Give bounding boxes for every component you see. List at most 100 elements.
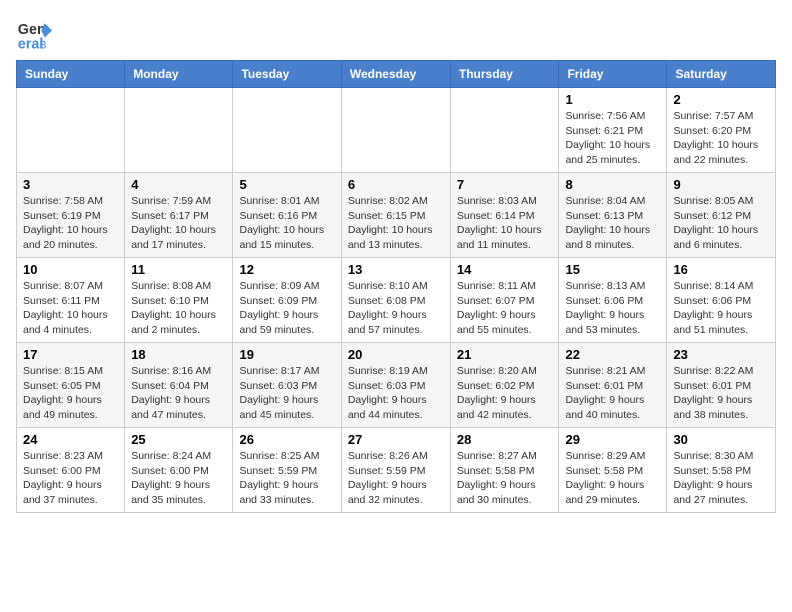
weekday-header-sunday: Sunday [17,61,125,88]
day-number: 9 [673,177,769,192]
day-info: Sunrise: 7:56 AM Sunset: 6:21 PM Dayligh… [565,109,660,168]
day-info: Sunrise: 8:02 AM Sunset: 6:15 PM Dayligh… [348,194,444,253]
weekday-header-tuesday: Tuesday [233,61,341,88]
calendar-cell: 22 Sunrise: 8:21 AM Sunset: 6:01 PM Dayli… [559,343,667,428]
day-info: Sunrise: 8:29 AM Sunset: 5:58 PM Dayligh… [565,449,660,508]
calendar-cell: 9 Sunrise: 8:05 AM Sunset: 6:12 PM Daylig… [667,173,776,258]
calendar-cell [450,88,559,173]
weekday-header-row: SundayMondayTuesdayWednesdayThursdayFrid… [17,61,776,88]
day-info: Sunrise: 8:03 AM Sunset: 6:14 PM Dayligh… [457,194,553,253]
day-number: 21 [457,347,553,362]
calendar-cell: 28Sunrise: 8:27 AM Sunset: 5:58 PM Dayli… [450,428,559,513]
day-info: Sunrise: 7:57 AM Sunset: 6:20 PM Dayligh… [673,109,769,168]
calendar-cell: 4 Sunrise: 7:59 AM Sunset: 6:17 PM Daylig… [125,173,233,258]
day-number: 16 [673,262,769,277]
calendar-cell: 26 Sunrise: 8:25 AM Sunset: 5:59 PM Dayli… [233,428,341,513]
day-info: Sunrise: 8:13 AM Sunset: 6:06 PM Dayligh… [565,279,660,338]
calendar-cell: 2 Sunrise: 7:57 AM Sunset: 6:20 PM Daylig… [667,88,776,173]
day-info: Sunrise: 8:10 AM Sunset: 6:08 PM Dayligh… [348,279,444,338]
day-info: Sunrise: 8:30 AM Sunset: 5:58 PM Dayligh… [673,449,769,508]
calendar-cell: 23Sunrise: 8:22 AM Sunset: 6:01 PM Dayli… [667,343,776,428]
day-info: Sunrise: 7:59 AM Sunset: 6:17 PM Dayligh… [131,194,226,253]
day-info: Sunrise: 8:22 AM Sunset: 6:01 PM Dayligh… [673,364,769,423]
day-info: Sunrise: 8:08 AM Sunset: 6:10 PM Dayligh… [131,279,226,338]
calendar-cell [17,88,125,173]
day-info: Sunrise: 8:15 AM Sunset: 6:05 PM Dayligh… [23,364,118,423]
calendar-cell: 10 Sunrise: 8:07 AM Sunset: 6:11 PM Dayli… [17,258,125,343]
svg-text:B: B [39,39,46,51]
day-number: 26 [239,432,334,447]
day-number: 3 [23,177,118,192]
day-number: 2 [673,92,769,107]
weekday-header-saturday: Saturday [667,61,776,88]
day-info: Sunrise: 8:24 AM Sunset: 6:00 PM Dayligh… [131,449,226,508]
calendar-cell: 12Sunrise: 8:09 AM Sunset: 6:09 PM Dayli… [233,258,341,343]
day-info: Sunrise: 8:16 AM Sunset: 6:04 PM Dayligh… [131,364,226,423]
calendar-cell: 27 Sunrise: 8:26 AM Sunset: 5:59 PM Dayli… [341,428,450,513]
calendar-cell: 6 Sunrise: 8:02 AM Sunset: 6:15 PM Daylig… [341,173,450,258]
week-row-5: 24Sunrise: 8:23 AM Sunset: 6:00 PM Dayli… [17,428,776,513]
day-info: Sunrise: 8:04 AM Sunset: 6:13 PM Dayligh… [565,194,660,253]
calendar-cell: 30 Sunrise: 8:30 AM Sunset: 5:58 PM Dayli… [667,428,776,513]
weekday-header-wednesday: Wednesday [341,61,450,88]
day-number: 6 [348,177,444,192]
calendar-cell: 24Sunrise: 8:23 AM Sunset: 6:00 PM Dayli… [17,428,125,513]
week-row-3: 10 Sunrise: 8:07 AM Sunset: 6:11 PM Dayli… [17,258,776,343]
day-number: 20 [348,347,444,362]
calendar-cell: 5Sunrise: 8:01 AM Sunset: 6:16 PM Daylig… [233,173,341,258]
week-row-4: 17 Sunrise: 8:15 AM Sunset: 6:05 PM Dayli… [17,343,776,428]
day-number: 14 [457,262,553,277]
day-info: Sunrise: 8:25 AM Sunset: 5:59 PM Dayligh… [239,449,334,508]
calendar-table: SundayMondayTuesdayWednesdayThursdayFrid… [16,60,776,513]
calendar-cell: 15Sunrise: 8:13 AM Sunset: 6:06 PM Dayli… [559,258,667,343]
day-number: 13 [348,262,444,277]
day-info: Sunrise: 8:01 AM Sunset: 6:16 PM Dayligh… [239,194,334,253]
day-info: Sunrise: 8:19 AM Sunset: 6:03 PM Dayligh… [348,364,444,423]
day-info: Sunrise: 8:05 AM Sunset: 6:12 PM Dayligh… [673,194,769,253]
calendar-cell: 21Sunrise: 8:20 AM Sunset: 6:02 PM Dayli… [450,343,559,428]
day-info: Sunrise: 8:27 AM Sunset: 5:58 PM Dayligh… [457,449,553,508]
calendar-cell [341,88,450,173]
calendar-cell: 1 Sunrise: 7:56 AM Sunset: 6:21 PM Daylig… [559,88,667,173]
week-row-1: 1 Sunrise: 7:56 AM Sunset: 6:21 PM Daylig… [17,88,776,173]
calendar-cell: 3 Sunrise: 7:58 AM Sunset: 6:19 PM Daylig… [17,173,125,258]
day-number: 18 [131,347,226,362]
day-number: 4 [131,177,226,192]
day-info: Sunrise: 8:11 AM Sunset: 6:07 PM Dayligh… [457,279,553,338]
day-number: 12 [239,262,334,277]
logo-icon: Gen eral B [16,16,52,52]
day-info: Sunrise: 8:07 AM Sunset: 6:11 PM Dayligh… [23,279,118,338]
day-info: Sunrise: 8:23 AM Sunset: 6:00 PM Dayligh… [23,449,118,508]
day-number: 1 [565,92,660,107]
day-number: 7 [457,177,553,192]
day-number: 17 [23,347,118,362]
calendar-cell: 25Sunrise: 8:24 AM Sunset: 6:00 PM Dayli… [125,428,233,513]
day-number: 19 [239,347,334,362]
day-number: 22 [565,347,660,362]
day-info: Sunrise: 7:58 AM Sunset: 6:19 PM Dayligh… [23,194,118,253]
day-info: Sunrise: 8:26 AM Sunset: 5:59 PM Dayligh… [348,449,444,508]
day-info: Sunrise: 8:17 AM Sunset: 6:03 PM Dayligh… [239,364,334,423]
logo: Gen eral B [16,16,56,52]
weekday-header-monday: Monday [125,61,233,88]
day-number: 29 [565,432,660,447]
calendar-cell: 29 Sunrise: 8:29 AM Sunset: 5:58 PM Dayli… [559,428,667,513]
calendar-cell: 13 Sunrise: 8:10 AM Sunset: 6:08 PM Dayli… [341,258,450,343]
weekday-header-thursday: Thursday [450,61,559,88]
calendar-cell: 20 Sunrise: 8:19 AM Sunset: 6:03 PM Dayli… [341,343,450,428]
weekday-header-friday: Friday [559,61,667,88]
week-row-2: 3 Sunrise: 7:58 AM Sunset: 6:19 PM Daylig… [17,173,776,258]
day-number: 11 [131,262,226,277]
calendar-cell: 14 Sunrise: 8:11 AM Sunset: 6:07 PM Dayli… [450,258,559,343]
calendar-cell: 7 Sunrise: 8:03 AM Sunset: 6:14 PM Daylig… [450,173,559,258]
day-info: Sunrise: 8:21 AM Sunset: 6:01 PM Dayligh… [565,364,660,423]
day-info: Sunrise: 8:14 AM Sunset: 6:06 PM Dayligh… [673,279,769,338]
calendar-cell: 8Sunrise: 8:04 AM Sunset: 6:13 PM Daylig… [559,173,667,258]
calendar-cell: 18 Sunrise: 8:16 AM Sunset: 6:04 PM Dayli… [125,343,233,428]
calendar-cell: 16 Sunrise: 8:14 AM Sunset: 6:06 PM Dayli… [667,258,776,343]
page-header: Gen eral B [16,16,776,52]
day-number: 30 [673,432,769,447]
day-number: 27 [348,432,444,447]
calendar-cell: 17 Sunrise: 8:15 AM Sunset: 6:05 PM Dayli… [17,343,125,428]
day-number: 10 [23,262,118,277]
